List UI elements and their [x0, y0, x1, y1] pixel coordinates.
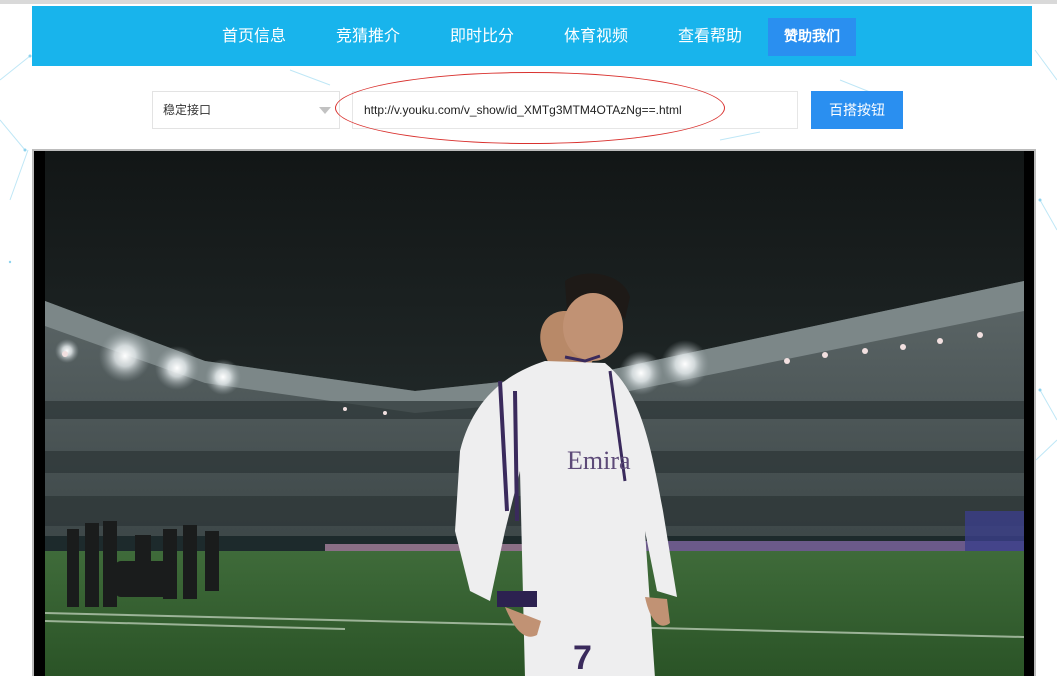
- nav-item-home-info[interactable]: 首页信息: [222, 6, 286, 66]
- nav-item-sponsor-us[interactable]: 赞助我们: [768, 18, 856, 56]
- nav-item-live-scores[interactable]: 即时比分: [450, 6, 514, 66]
- chevron-down-icon: [319, 107, 331, 114]
- interface-select-value: 稳定接口: [163, 103, 212, 117]
- interface-select[interactable]: 稳定接口: [152, 91, 340, 129]
- video-frame: Emira 7: [45, 151, 1024, 676]
- search-button[interactable]: 百搭按钮: [811, 91, 903, 129]
- video-player[interactable]: Emira 7: [32, 149, 1036, 676]
- top-navigation-bar: 首页信息 竞猜推介 即时比分 体育视频 查看帮助 赞助我们: [32, 6, 1032, 66]
- video-url-input[interactable]: [352, 91, 798, 129]
- shirt-sponsor-text: Emira: [567, 446, 631, 475]
- nav-item-betting-tips[interactable]: 竞猜推介: [336, 6, 400, 66]
- shirt-number-text: 7: [573, 639, 592, 676]
- nav-item-sports-videos[interactable]: 体育视频: [564, 6, 628, 66]
- nav-item-help[interactable]: 查看帮助: [678, 6, 742, 66]
